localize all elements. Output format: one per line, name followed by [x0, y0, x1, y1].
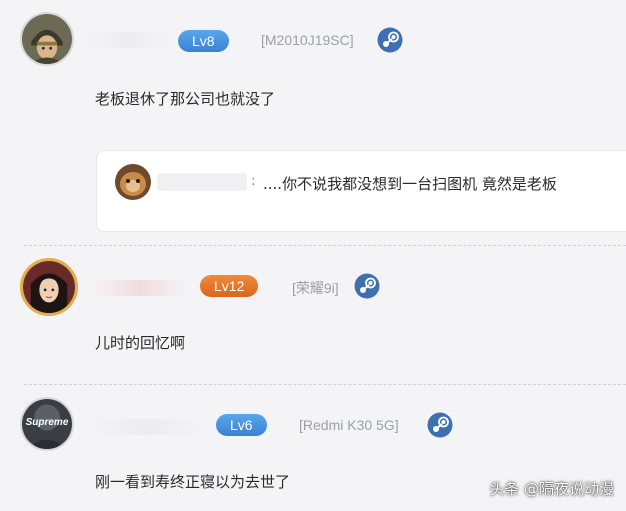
username-blurred[interactable]	[88, 32, 168, 48]
reply-separator: :	[251, 173, 256, 189]
comment-item: Lv8 [M2010J19SC] 老板退休了那公司也就没了 : ....你不说我…	[0, 0, 626, 245]
comment-text: 儿时的回忆啊	[95, 334, 186, 352]
watermark: 头条 @隔夜说动漫	[489, 480, 614, 498]
level-badge: Lv6	[216, 414, 267, 436]
comment-item: Lv12 [荣耀9i] 儿时的回忆啊	[0, 246, 626, 384]
device-label: [M2010J19SC]	[261, 32, 354, 48]
steam-icon	[354, 273, 380, 299]
device-label: [Redmi K30 5G]	[299, 417, 399, 433]
comment-text: 老板退休了那公司也就没了	[95, 90, 276, 108]
user-avatar[interactable]	[20, 258, 78, 316]
user-avatar[interactable]	[20, 12, 74, 66]
username-blurred[interactable]	[92, 419, 202, 435]
user-avatar[interactable]: Supreme	[20, 397, 74, 451]
reply-text: ....你不说我都没想到一台扫图机 竟然是老板	[263, 175, 557, 193]
level-badge: Lv12	[200, 275, 259, 297]
girl-portrait-icon	[23, 261, 75, 313]
reply-avatar[interactable]	[115, 164, 151, 200]
warrior-helmet-icon	[22, 14, 72, 64]
avatar-logo-text: Supreme	[25, 417, 69, 428]
reply-box[interactable]: : ....你不说我都没想到一台扫图机 竟然是老板	[96, 150, 626, 232]
username-blurred[interactable]	[90, 280, 190, 296]
cat-icon	[115, 164, 151, 200]
comment-text: 刚一看到寿终正寝以为去世了	[95, 473, 291, 491]
steam-icon	[427, 412, 453, 438]
level-badge: Lv8	[178, 30, 229, 52]
device-label: [荣耀9i]	[292, 280, 339, 296]
reply-username-blurred[interactable]	[157, 173, 247, 191]
steam-icon	[377, 27, 403, 53]
